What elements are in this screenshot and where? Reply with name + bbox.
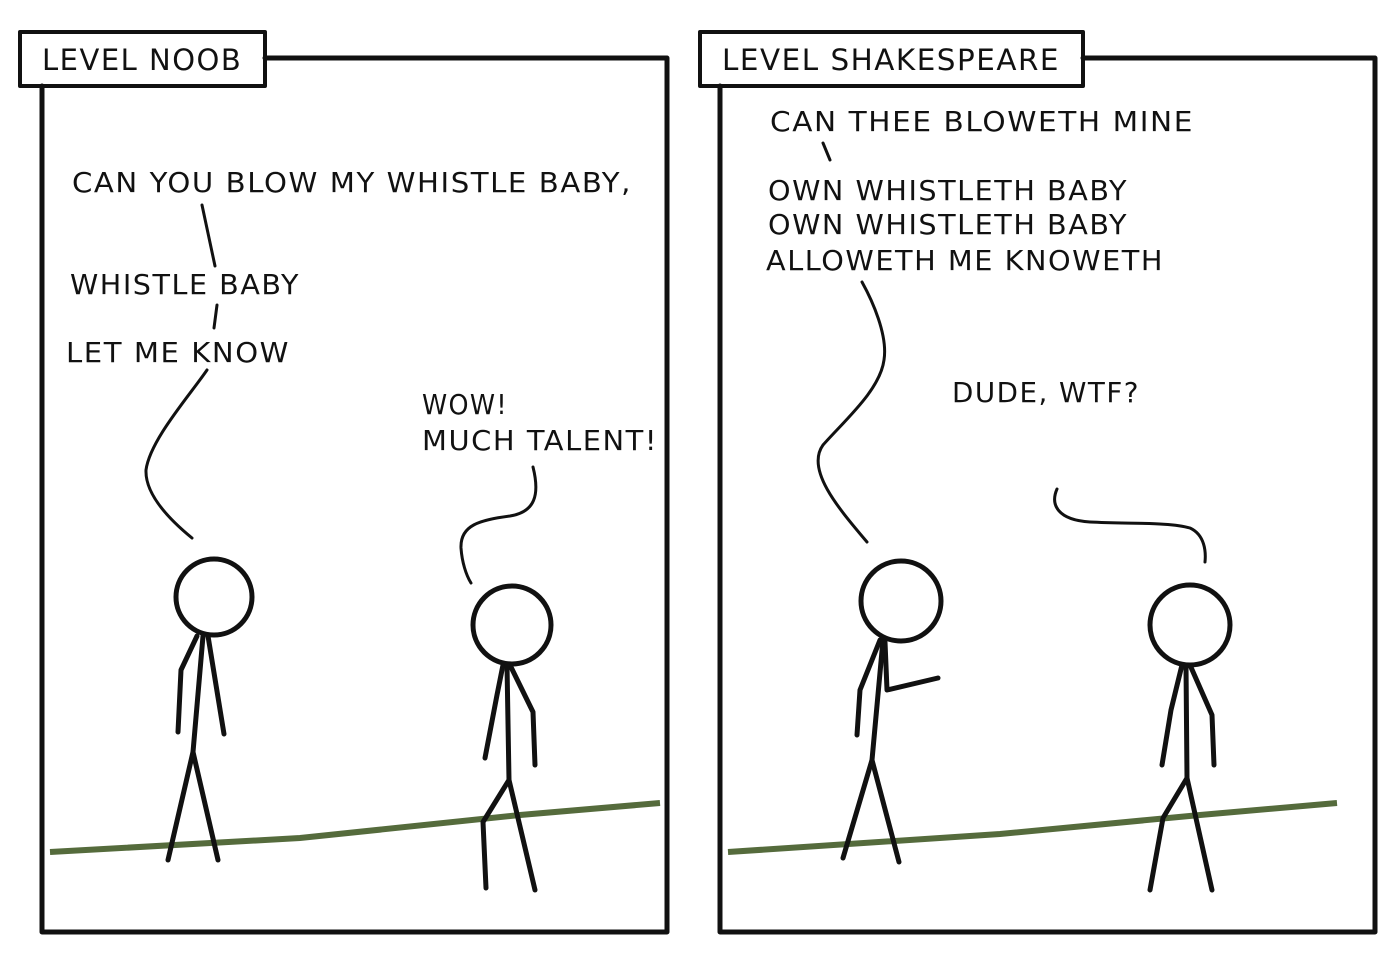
panel-caption: LEVEL NOOB [42,43,242,77]
panel-level-shakespeare: LEVEL SHAKESPEARE CAN THEE BLOWETH MINE … [698,30,1378,935]
speaker-line-1: CAN YOU BLOW MY WHISTLE BABY, [72,166,632,199]
panel-caption: LEVEL SHAKESPEARE [722,43,1060,77]
ground-line [727,800,1338,855]
ground-line [49,800,661,855]
stick-figure-speaker [840,558,944,865]
speaker-line-2: WHISTLE BABY [70,268,300,301]
panel-level-noob: LEVEL NOOB CAN YOU BLOW MY WHISTLE BABY,… [18,30,670,935]
speaker-line-3: LET ME KNOW [66,336,290,369]
speaker-line-2: OWN WHISTLETH BABY [768,174,1128,207]
speaker-line-1: CAN THEE BLOWETH MINE [770,105,1194,138]
speech-tail-listener [459,465,538,585]
speech-tail-listener [1053,487,1207,564]
speech-tail-speaker [144,203,219,540]
listener-line-2: MUCH TALENT! [422,424,658,457]
speaker-line-3: OWN WHISTLETH BABY [768,208,1128,241]
stick-figure-listener [1147,582,1233,893]
listener-line-1: DUDE, WTF? [952,376,1140,409]
speaker-line-4: ALLOWETH ME KNOWETH [766,244,1164,277]
comic-strip: LEVEL NOOB CAN YOU BLOW MY WHISTLE BABY,… [18,30,1378,935]
listener-line-1: WOW! [422,388,508,421]
stick-figure-speaker [165,556,255,863]
stick-figure-listener [470,583,554,893]
